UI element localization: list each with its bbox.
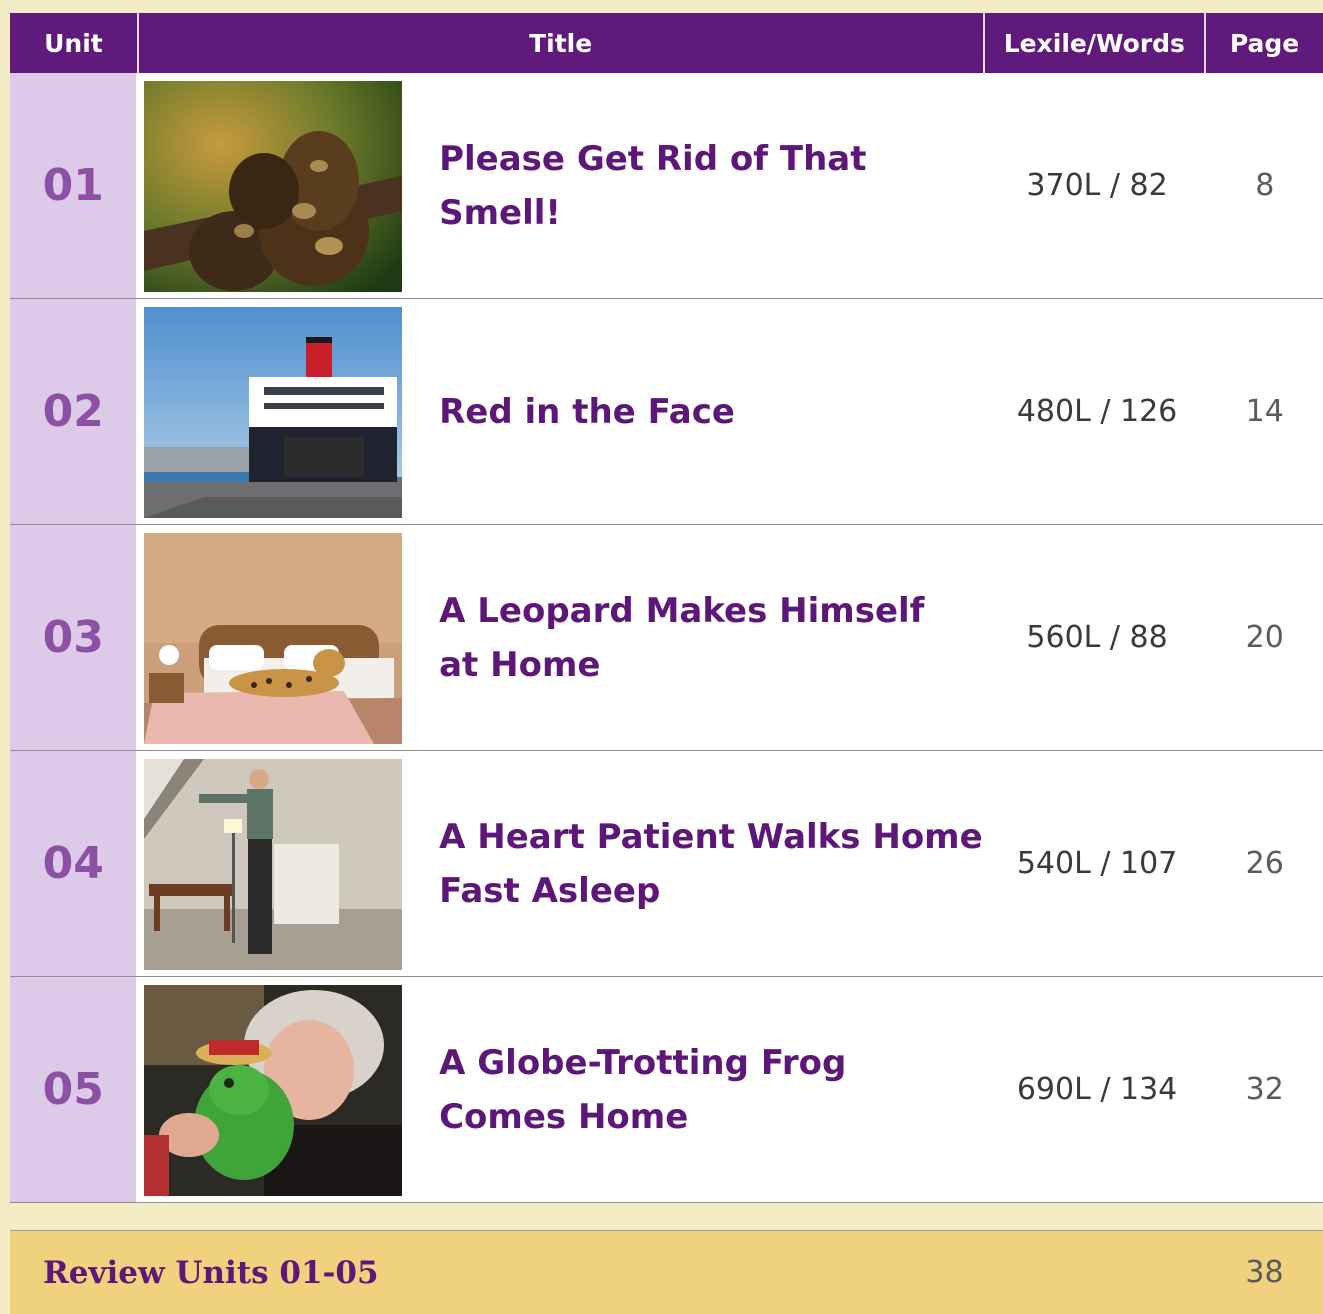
unit-title[interactable]: A Heart Patient Walks Home Fast Asleep	[425, 751, 987, 976]
lexile-words: 540L / 107	[1016, 846, 1178, 881]
unit-title[interactable]: Red in the Face	[425, 299, 987, 524]
unit-title-line: A Globe-Trotting Frog	[439, 1042, 847, 1083]
unit-number: 01	[10, 73, 137, 298]
lexile-words: 690L / 134	[1016, 1072, 1178, 1107]
unit-number: 02	[10, 299, 137, 524]
unit-title[interactable]: A Globe-Trotting Frog Comes Home	[425, 977, 987, 1202]
page-number: 32	[1245, 1072, 1284, 1107]
unit-title-line: A Heart Patient Walks Home	[439, 816, 983, 857]
table-row[interactable]: 05 A Globe-Trotting Frog Comes Home 690L…	[10, 977, 1323, 1203]
leopard-bed-photo	[144, 533, 403, 744]
unit-title[interactable]: Please Get Rid of That Smell!	[425, 73, 987, 298]
unit-number: 03	[10, 525, 137, 750]
unit-title[interactable]: A Leopard Makes Himself at Home	[425, 525, 987, 750]
unit-number: 05	[10, 977, 137, 1202]
lexile-words: 560L / 88	[1026, 620, 1168, 655]
lexile-words: 370L / 82	[1026, 168, 1168, 203]
unit-title-line: at Home	[439, 644, 601, 685]
table-row[interactable]: 04 A Heart Patient Walks Home Fast Aslee…	[10, 751, 1323, 977]
ferry-ship-photo	[144, 307, 403, 518]
unit-title-line: Fast Asleep	[439, 870, 661, 911]
unit-title-line: Comes Home	[439, 1096, 689, 1137]
review-row[interactable]: Review Units 01-05 38	[10, 1230, 1323, 1314]
page-number: 26	[1245, 846, 1284, 881]
table-row[interactable]: 02 Red in the Face 480L / 126 14	[10, 299, 1323, 525]
frog-woman-photo	[144, 985, 403, 1196]
sleepwalker-photo	[144, 759, 403, 970]
contents-table: Unit Title Lexile/Words Page 01 Please G…	[10, 13, 1323, 1203]
lexile-words: 480L / 126	[1016, 394, 1178, 429]
review-label[interactable]: Review Units 01-05	[43, 1255, 379, 1291]
page-number: 8	[1255, 168, 1275, 203]
unit-title-line: A Leopard Makes Himself	[439, 590, 925, 631]
unit-number: 04	[10, 751, 137, 976]
page-number: 20	[1245, 620, 1284, 655]
header-lexile: Lexile/Words	[982, 13, 1205, 73]
table-row[interactable]: 01 Please Get Rid of That Smell! 370L / …	[10, 73, 1323, 299]
table-header: Unit Title Lexile/Words Page	[10, 13, 1323, 73]
python-snake-photo	[144, 81, 403, 292]
header-unit: Unit	[44, 28, 103, 58]
header-title: Title	[136, 13, 983, 73]
table-row[interactable]: 03 A Leopard Makes Himself at Home 560L …	[10, 525, 1323, 751]
header-page: Page	[1204, 13, 1323, 73]
page-number: 14	[1245, 394, 1284, 429]
review-page-number: 38	[1245, 1255, 1284, 1290]
